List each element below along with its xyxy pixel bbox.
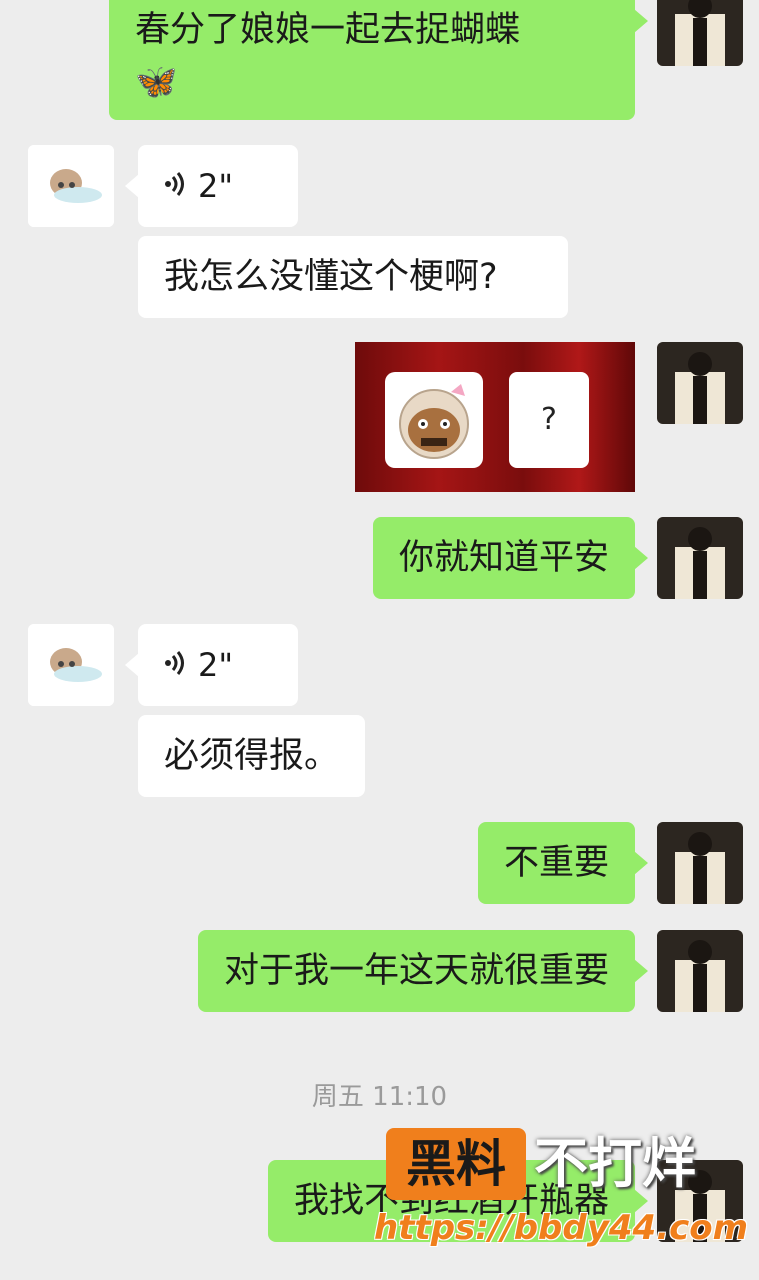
- sticker-question-box: ?: [509, 372, 589, 468]
- message-text: 必须得报。: [164, 736, 340, 776]
- message-bubble[interactable]: 必须得报。: [138, 715, 366, 797]
- watermark-brand-text: 不打烊: [534, 1132, 696, 1195]
- my-avatar[interactable]: [657, 930, 743, 1012]
- message-bubble[interactable]: 我怎么没懂这个梗啊?: [138, 236, 568, 318]
- message-bubble[interactable]: 不重要: [477, 822, 649, 904]
- watermark: 黑料 不打烊 https://bbdy44.com: [374, 1128, 758, 1258]
- chat-timestamp: 周五 11:10: [311, 1082, 448, 1112]
- friend-avatar[interactable]: [28, 145, 114, 227]
- friend-avatar[interactable]: [28, 624, 114, 706]
- my-avatar[interactable]: [657, 342, 743, 424]
- message-bubble[interactable]: 春分了娘娘一起去捉蝴蝶 🦋: [109, 0, 648, 120]
- voice-wave-icon: [164, 145, 186, 227]
- watermark-brand-box: 黑料: [386, 1128, 526, 1200]
- message-text: 对于我一年这天就很重要: [223, 951, 609, 991]
- voice-wave-icon: [164, 624, 186, 706]
- watermark-brand-box-text: 黑料: [406, 1135, 506, 1193]
- message-bubble[interactable]: 你就知道平安: [372, 517, 649, 599]
- my-avatar[interactable]: [657, 822, 743, 904]
- monkey-sticker-face: [385, 372, 483, 468]
- my-avatar[interactable]: [657, 0, 743, 66]
- butterfly-emoji: 🦋: [135, 62, 178, 102]
- watermark-url: https://bbdy44.com: [374, 1208, 749, 1248]
- message-bubble[interactable]: 对于我一年这天就很重要: [197, 930, 649, 1012]
- voice-duration: 2": [198, 646, 234, 684]
- message-text: 不重要: [503, 843, 609, 883]
- sticker-image[interactable]: ?: [355, 342, 635, 492]
- message-text: 春分了娘娘一起去捉蝴蝶: [135, 10, 521, 50]
- my-avatar[interactable]: [657, 517, 743, 599]
- message-text: 你就知道平安: [398, 538, 609, 578]
- voice-message[interactable]: 2": [125, 145, 298, 227]
- voice-message[interactable]: 2": [125, 624, 298, 706]
- sticker-question-mark: ?: [541, 402, 557, 437]
- message-text: 我怎么没懂这个梗啊?: [164, 257, 498, 297]
- voice-duration: 2": [198, 167, 234, 205]
